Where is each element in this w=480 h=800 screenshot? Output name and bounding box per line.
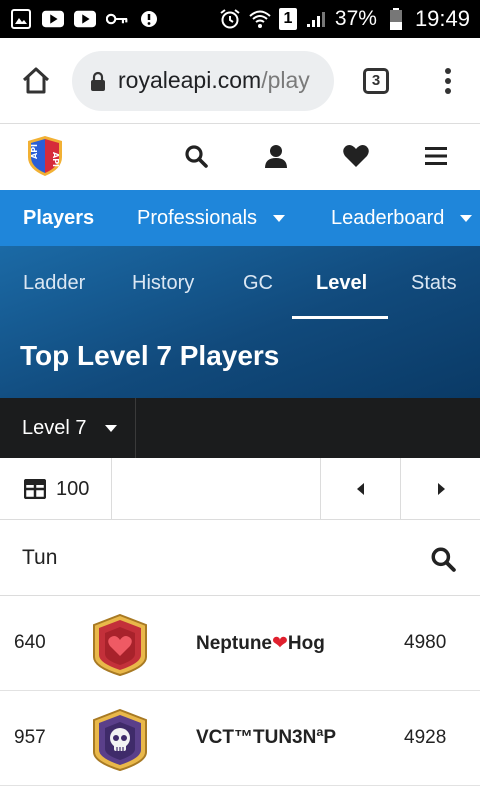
url-path: /play — [261, 67, 310, 93]
clock: 19:49 — [414, 6, 470, 31]
battery-percent: 37% — [334, 7, 377, 30]
browser-toolbar: royaleapi.com/play 3 — [0, 38, 480, 124]
search-icon — [431, 547, 456, 572]
gallery-icon — [10, 8, 32, 30]
search-icon — [185, 145, 208, 168]
player-name[interactable]: Neptune❤Hog — [196, 632, 325, 655]
user-icon — [265, 145, 287, 168]
home-button[interactable] — [0, 38, 72, 124]
table-row[interactable]: 957 VCT™TUN3NªP 4928 — [0, 691, 480, 786]
key-icon — [106, 8, 128, 30]
previous-page-button[interactable] — [320, 458, 400, 520]
tab-stats[interactable]: Stats — [411, 272, 457, 295]
wifi-icon — [249, 8, 271, 30]
player-name-prefix: VCT™TUN3Nª — [196, 727, 324, 748]
sim-number: 1 — [283, 10, 293, 27]
tab-level[interactable]: Level — [316, 272, 367, 295]
data-saver-icon — [138, 8, 160, 30]
search-button[interactable] — [182, 142, 210, 170]
page-size-value: 100 — [56, 477, 90, 500]
favorites-button[interactable] — [342, 142, 370, 170]
nav-item-leaderboard[interactable]: Leaderboard — [331, 190, 473, 246]
home-icon — [22, 67, 50, 93]
more-vert-icon — [445, 67, 451, 94]
youtube-icon — [42, 8, 64, 30]
player-name-prefix: Neptune — [196, 633, 272, 654]
main-nav: Players Professionals Leaderboard — [0, 190, 480, 246]
caret-down-icon — [104, 424, 117, 432]
hamburger-icon — [425, 147, 447, 165]
url-host: royaleapi.com — [118, 67, 262, 93]
tab-switcher-button[interactable]: 3 — [334, 38, 418, 124]
tab-ladder[interactable]: Ladder — [23, 272, 85, 295]
address-bar[interactable]: royaleapi.com/play — [72, 50, 334, 111]
lock-icon — [90, 71, 106, 91]
hamburger-menu-button[interactable] — [422, 142, 450, 170]
nav-item-players[interactable]: Players — [23, 190, 94, 246]
table-pager: 100 — [0, 458, 480, 520]
chevron-left-icon — [356, 483, 364, 495]
heart-icon — [343, 145, 369, 167]
tab-count: 3 — [363, 67, 389, 94]
svg-text:API: API — [30, 144, 39, 159]
svg-text:API: API — [51, 152, 60, 167]
page-size-selector[interactable]: 100 — [0, 458, 112, 520]
table-icon — [24, 479, 46, 499]
page-title: Top Level 7 Players — [20, 340, 280, 371]
level-dropdown-value: Level 7 — [22, 416, 87, 439]
next-page-button[interactable] — [400, 458, 480, 520]
heart-badge-icon — [92, 613, 148, 677]
tab-gc[interactable]: GC — [243, 272, 273, 295]
caret-down-icon — [460, 214, 473, 222]
site-header: API API — [0, 124, 480, 190]
player-rank: 640 — [14, 632, 46, 653]
sub-nav: Ladder History GC Level Stats Top Level … — [0, 246, 480, 398]
youtube-icon — [74, 8, 96, 30]
signal-icon — [305, 8, 327, 30]
caret-down-icon — [273, 214, 286, 222]
player-search-button[interactable] — [428, 544, 458, 574]
player-name[interactable]: VCT™TUN3NªP — [196, 727, 336, 749]
battery-icon — [385, 8, 407, 30]
player-search-input[interactable] — [0, 520, 420, 595]
notification-icons — [10, 8, 160, 30]
heart-emoji: ❤ — [272, 633, 288, 654]
player-name-suffix: P — [323, 727, 337, 748]
browser-menu-button[interactable] — [418, 38, 478, 124]
level-filter-bar: Level 7 — [0, 398, 480, 458]
table-row[interactable]: 640 Neptune❤Hog 4980 — [0, 596, 480, 691]
nav-item-label: Leaderboard — [331, 206, 445, 229]
player-name-suffix: Hog — [287, 633, 325, 654]
player-search — [0, 520, 480, 596]
alarm-icon — [219, 8, 241, 30]
royaleapi-logo-icon: API API — [28, 136, 62, 176]
tab-history[interactable]: History — [132, 272, 194, 295]
active-tab-indicator — [292, 316, 388, 319]
sim-indicator: 1 — [278, 8, 297, 30]
chevron-right-icon — [437, 483, 445, 495]
url-text: royaleapi.com/play — [118, 67, 310, 94]
status-bar: 1 37% 19:49 — [0, 0, 480, 38]
player-rank: 957 — [14, 727, 46, 748]
skull-badge-icon — [92, 708, 148, 772]
nav-item-professionals[interactable]: Professionals — [137, 190, 286, 246]
site-logo[interactable]: API API — [26, 135, 64, 177]
player-score: 4980 — [404, 632, 447, 653]
system-indicators: 1 37% 19:49 — [219, 6, 470, 32]
account-button[interactable] — [262, 142, 290, 170]
nav-item-label: Players — [23, 206, 95, 229]
player-score: 4928 — [404, 727, 447, 748]
level-dropdown[interactable]: Level 7 — [0, 398, 136, 458]
nav-item-label: Professionals — [137, 206, 258, 229]
